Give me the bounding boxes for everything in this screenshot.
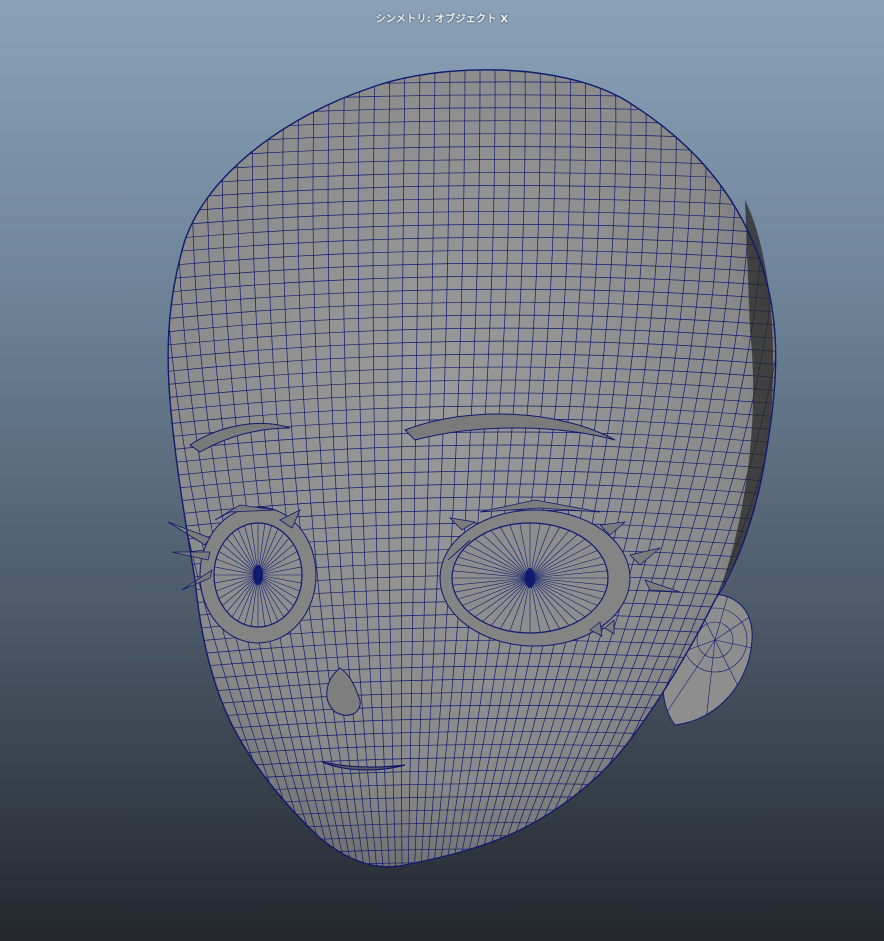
right-eye bbox=[451, 522, 609, 634]
3d-viewport[interactable]: シンメトリ: オブジェクト X bbox=[0, 0, 884, 941]
head-mesh[interactable] bbox=[0, 0, 884, 941]
left-eye bbox=[213, 522, 303, 628]
